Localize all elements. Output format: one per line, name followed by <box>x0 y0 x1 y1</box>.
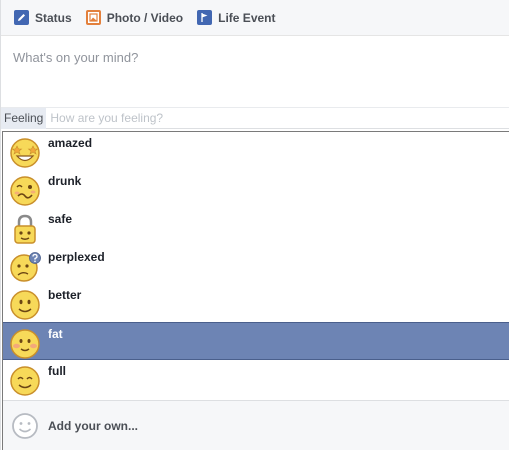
tab-status[interactable]: Status <box>14 0 72 36</box>
status-placeholder: What's on your mind? <box>13 50 139 65</box>
add-your-own-label: Add your own... <box>48 418 138 433</box>
add-your-own-button[interactable]: Add your own... <box>3 400 509 450</box>
photo-icon <box>85 10 101 25</box>
tab-photo-video-label: Photo / Video <box>106 10 184 25</box>
amazed-emoji-icon <box>10 138 40 168</box>
safe-lock-emoji-icon <box>14 214 36 244</box>
feeling-label: drunk <box>48 174 82 188</box>
feeling-label: safe <box>48 212 73 226</box>
feeling-tag: Feeling <box>1 107 47 129</box>
perplexed-emoji-icon <box>10 252 41 282</box>
feeling-item-full[interactable]: full <box>3 360 509 398</box>
full-emoji-icon <box>10 366 40 396</box>
post-composer: Status Photo / Video Life Event What's o… <box>0 0 509 450</box>
drunk-emoji-icon <box>10 176 40 206</box>
feeling-label: full <box>48 364 66 378</box>
feeling-row: Feeling <box>1 107 509 129</box>
feeling-label: better <box>48 288 82 302</box>
feeling-item-perplexed[interactable]: perplexed <box>3 246 509 284</box>
composer-tabs: Status Photo / Video Life Event <box>1 0 509 36</box>
feeling-label: amazed <box>48 136 93 150</box>
feeling-input[interactable] <box>46 111 347 125</box>
tab-life-event-label: Life Event <box>218 10 276 25</box>
feeling-item-better[interactable]: better <box>3 284 509 322</box>
tab-photo-video[interactable]: Photo / Video <box>85 0 184 36</box>
fat-emoji-icon <box>10 329 40 359</box>
smiley-outline-icon <box>12 412 38 439</box>
feeling-label: fat <box>48 327 63 341</box>
status-textarea[interactable]: What's on your mind? <box>1 36 509 108</box>
feeling-item-safe[interactable]: safe <box>3 208 509 246</box>
tab-life-event[interactable]: Life Event <box>197 0 276 36</box>
feeling-label: perplexed <box>48 250 105 264</box>
feeling-dropdown: amazed drunk safe perplexed better fat f… <box>2 131 509 450</box>
feeling-item-drunk[interactable]: drunk <box>3 170 509 208</box>
tab-status-label: Status <box>35 10 72 25</box>
feeling-item-amazed[interactable]: amazed <box>3 132 509 170</box>
better-emoji-icon <box>10 290 40 320</box>
feeling-item-fat[interactable]: fat <box>3 322 509 360</box>
pencil-icon <box>14 10 29 25</box>
flag-icon <box>197 10 213 25</box>
